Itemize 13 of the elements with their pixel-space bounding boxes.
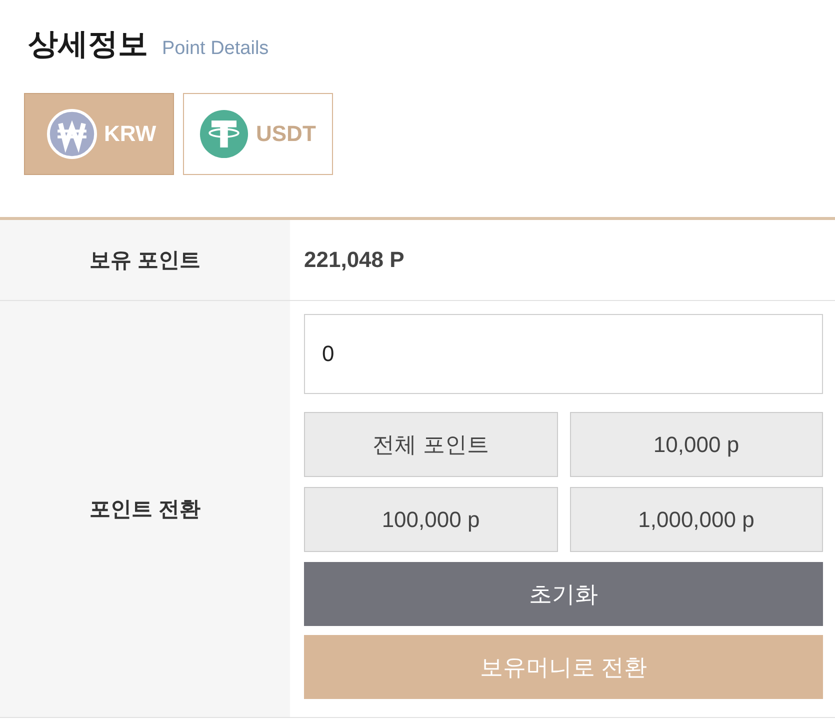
page-title: 상세정보 (28, 27, 148, 63)
quick-amount-button[interactable]: 100,000 p (304, 487, 558, 552)
quick-amount-button[interactable]: 10,000 p (570, 412, 823, 477)
point-balance: 221,048 P (304, 247, 404, 273)
page-subtitle: Point Details (162, 37, 269, 61)
row-label-cell: 보유 포인트 (0, 220, 290, 300)
quick-amount-button[interactable]: 전체 포인트 (304, 412, 558, 477)
quick-amount-button[interactable]: 1,000,000 p (570, 487, 823, 552)
amount-input-field[interactable]: 0 (304, 314, 823, 394)
reset-button[interactable]: 초기화 (304, 562, 823, 626)
row-label-cell: 포인트 전환 (0, 301, 290, 717)
tether-coin-icon (199, 109, 249, 159)
won-coin-icon (47, 109, 97, 159)
